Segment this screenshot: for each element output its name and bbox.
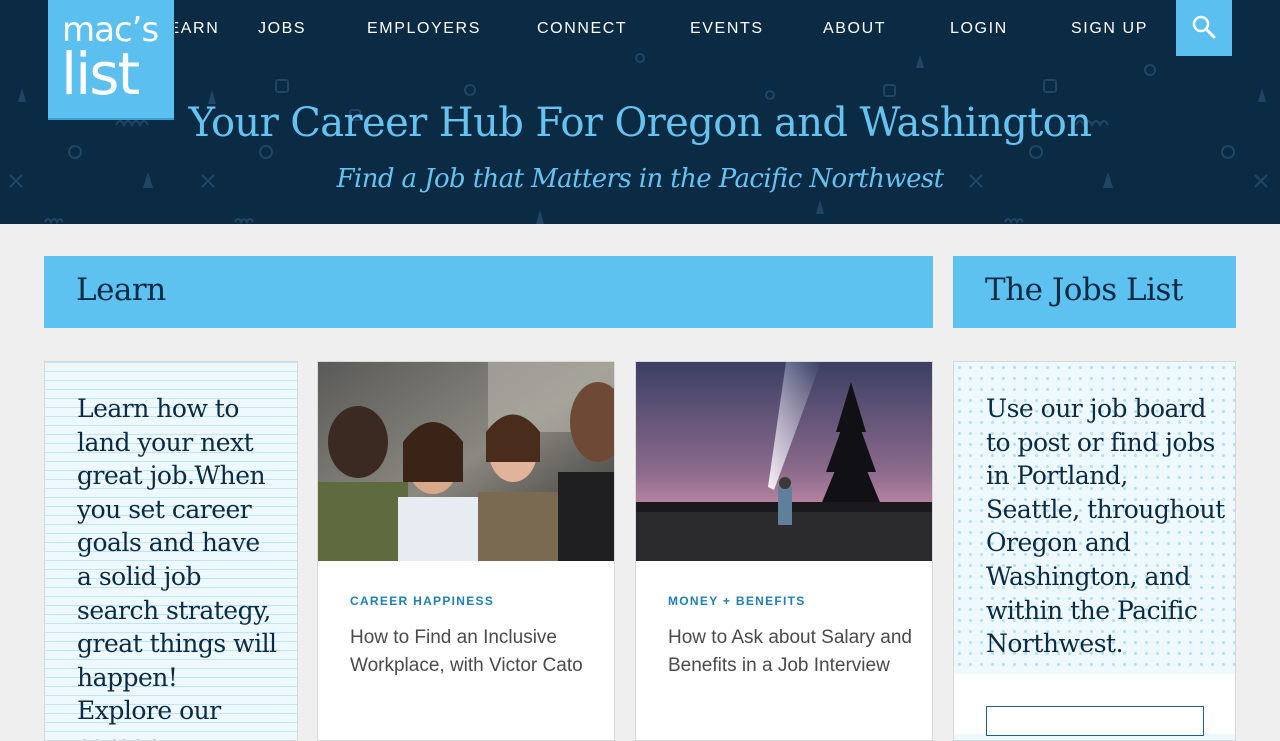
logo-text-list: list	[61, 40, 140, 108]
search-icon	[1192, 15, 1216, 39]
article-photo-inclusive-workplace[interactable]	[318, 362, 615, 561]
learn-intro-card: Learn how to land your next great job.Wh…	[44, 361, 298, 741]
nav-employers[interactable]: EMPLOYERS	[367, 20, 481, 38]
nav-sign-up[interactable]: SIGN UP	[1071, 20, 1148, 38]
article-title[interactable]: How to Ask about Salary and Benefits in …	[668, 624, 918, 680]
article-category[interactable]: MONEY + BENEFITS	[668, 594, 806, 608]
jobs-list-text: Use our job board to post or find jobs i…	[986, 394, 1225, 659]
nav-events[interactable]: EVENTS	[690, 20, 764, 38]
hero-subtitle: Find a Job that Matters in the Pacific N…	[336, 164, 945, 194]
article-category[interactable]: CAREER HAPPINESS	[350, 594, 494, 608]
article-title[interactable]: How to Find an Inclusive Workplace, with…	[350, 624, 600, 680]
article-photo-salary-benefits[interactable]	[636, 362, 933, 561]
site-header: mac’s list LEARN JOBS EMPLOYERS CONNECT …	[0, 0, 1280, 224]
jobs-list-heading: The Jobs List	[985, 272, 1183, 308]
hero-title: Your Career Hub For Oregon and Washingto…	[188, 100, 1092, 146]
learn-intro-text: Learn how to land your next great job.Wh…	[77, 394, 277, 740]
jobs-list-card: Use our job board to post or find jobs i…	[953, 361, 1236, 741]
article-card[interactable]: MONEY + BENEFITS How to Ask about Salary…	[635, 361, 933, 741]
nav-about[interactable]: ABOUT	[823, 20, 886, 38]
article-card[interactable]: CAREER HAPPINESS How to Find an Inclusiv…	[317, 361, 615, 741]
jobs-list-button[interactable]	[986, 706, 1204, 736]
nav-jobs[interactable]: JOBS	[258, 20, 306, 38]
nav-connect[interactable]: CONNECT	[537, 20, 627, 38]
search-button[interactable]	[1176, 0, 1232, 56]
nav-login[interactable]: LOGIN	[950, 20, 1008, 38]
learn-heading: Learn	[76, 272, 166, 308]
jobs-list-section-header: The Jobs List	[953, 256, 1236, 328]
learn-section-header: Learn	[44, 256, 933, 328]
